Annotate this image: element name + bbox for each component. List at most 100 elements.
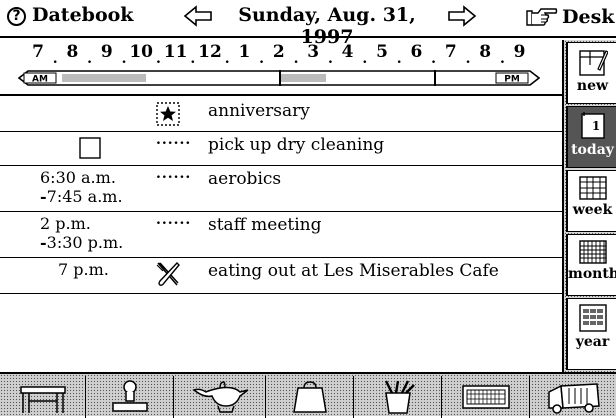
event-text[interactable]: eating out at Les Miserables Cafe [208, 261, 499, 281]
today-calendar-icon: 1 [580, 112, 605, 139]
tab-label: year [575, 334, 610, 350]
event-row[interactable]: anniversary [0, 98, 562, 132]
tab-new[interactable]: new [566, 42, 616, 104]
hour-separator-dot: . [431, 51, 437, 67]
hour-label: 3 [307, 42, 320, 62]
hour-separator-dot: . [465, 51, 471, 67]
tab-label: today [571, 142, 614, 158]
tab-week[interactable]: week [566, 170, 616, 232]
pencil-cup-tool[interactable] [354, 376, 442, 418]
hour-label: 4 [341, 42, 354, 62]
hour-label: 5 [376, 42, 388, 62]
event-end-time: -7:45 a.m. [40, 187, 123, 206]
year-grid-icon [578, 304, 607, 332]
tab-label: month [568, 266, 616, 282]
am-label: AM [32, 75, 48, 85]
desk-tool[interactable] [0, 376, 86, 418]
pm-label: PM [504, 75, 520, 85]
day-time-bar[interactable]: AM PM [18, 70, 540, 86]
dots-marker: ...... [156, 166, 192, 182]
event-row[interactable]: 2 p.m. -3:30 p.m. ...... staff meeting [0, 212, 562, 258]
busy-block-morning [62, 74, 146, 82]
hour-labels: 7. 8. 9. 10. 11. 12. 1. 2. 3. 4. 5. 6. 7. 8. 9 [0, 42, 562, 67]
hour-label: 8 [479, 42, 492, 62]
today-day-number: 1 [591, 119, 599, 133]
hour-separator-dot: . [327, 51, 333, 67]
genie-tool[interactable] [174, 376, 266, 418]
hour-label: 7 [444, 42, 457, 62]
new-page-icon [578, 50, 608, 76]
event-time[interactable]: 2 p.m. -3:30 p.m. [40, 214, 123, 252]
truck-icon [548, 383, 600, 414]
next-day-arrow-icon[interactable] [447, 4, 477, 28]
hour-label: 12 [198, 42, 222, 62]
event-start-time: 6:30 a.m. [40, 168, 116, 187]
tab-month[interactable]: month [566, 234, 616, 296]
hour-label: 1 [238, 42, 251, 62]
hour-label: 2 [272, 42, 285, 62]
dots-marker: ...... [156, 132, 192, 148]
bag-icon [292, 381, 327, 413]
datebook-window: ? Datebook Sunday, Aug. 31, 1997 Desk 7.… [0, 0, 616, 418]
keyboard-icon [461, 385, 510, 409]
hour-separator-dot: . [87, 51, 93, 67]
truck-tool[interactable] [530, 376, 616, 418]
hour-label: 10 [129, 42, 154, 62]
hour-separator-dot: . [259, 51, 265, 67]
hour-separator-dot: . [224, 51, 230, 67]
hour-label: 7 [32, 42, 44, 62]
desk-label: Desk [562, 6, 615, 28]
hour-label: 8 [66, 42, 79, 62]
event-start-time[interactable]: 7 p.m. [58, 260, 109, 279]
pencil-cup-icon [384, 380, 415, 414]
title-bar: ? Datebook Sunday, Aug. 31, 1997 Desk [0, 0, 616, 48]
event-text[interactable]: anniversary [208, 101, 310, 121]
tab-year[interactable]: year [566, 298, 616, 370]
tab-label: new [576, 78, 609, 94]
hour-label: 11 [163, 42, 188, 62]
busy-block-afternoon [280, 74, 326, 82]
hour-separator-dot: . [499, 51, 505, 67]
event-text[interactable]: pick up dry cleaning [208, 135, 384, 155]
event-time[interactable]: 6:30 a.m. -7:45 a.m. [40, 168, 123, 206]
fork-knife-icon[interactable] [152, 260, 184, 290]
tab-label: week [572, 202, 613, 218]
event-row[interactable]: ...... pick up dry cleaning [0, 132, 562, 166]
hour-separator-dot: . [190, 51, 196, 67]
event-text[interactable]: staff meeting [208, 215, 322, 235]
hour-timeline[interactable]: 7. 8. 9. 10. 11. 12. 1. 2. 3. 4. 5. 6. 7. 8. 9 AM PM [0, 40, 562, 96]
hour-label: 9 [100, 42, 113, 62]
month-grid-icon [578, 240, 607, 264]
question-circle-icon[interactable]: ? [7, 7, 26, 26]
checkbox-icon[interactable] [74, 136, 106, 160]
pointing-hand-icon [526, 8, 558, 26]
previous-day-arrow-icon[interactable] [183, 4, 213, 28]
stamp-icon [111, 380, 148, 412]
app-title[interactable]: Datebook [32, 4, 133, 26]
desk-icon [19, 386, 66, 413]
bottom-toolbar [0, 372, 616, 418]
event-end-time: -3:30 p.m. [40, 233, 124, 252]
hour-separator-dot: . [121, 51, 127, 67]
keyboard-tool[interactable] [442, 376, 530, 418]
event-start-time: 2 p.m. [40, 214, 91, 233]
event-list: anniversary ...... pick up dry cleaning … [0, 98, 562, 372]
hour-separator-dot: . [362, 51, 368, 67]
stamp-tool[interactable] [86, 376, 174, 418]
dots-marker: ...... [156, 212, 192, 228]
week-grid-icon [578, 176, 607, 200]
bag-tool[interactable] [266, 376, 354, 418]
hour-label: 6 [410, 42, 423, 62]
event-row[interactable]: 6:30 a.m. -7:45 a.m. ...... aerobics [0, 166, 562, 212]
event-row[interactable]: 7 p.m. eating out at Les Miserables Cafe [0, 258, 562, 294]
star-icon[interactable] [152, 102, 184, 126]
hour-separator-dot: . [293, 51, 299, 67]
view-sidebar: new 1 today week month year [562, 40, 616, 372]
hour-separator-dot: . [155, 51, 161, 67]
event-text[interactable]: aerobics [208, 169, 281, 189]
hour-separator-dot: . [396, 51, 402, 67]
desk-button[interactable]: Desk [526, 4, 614, 30]
hour-label: 9 [513, 42, 526, 62]
tab-today[interactable]: 1 today [566, 106, 616, 168]
hour-separator-dot: . [52, 51, 58, 67]
